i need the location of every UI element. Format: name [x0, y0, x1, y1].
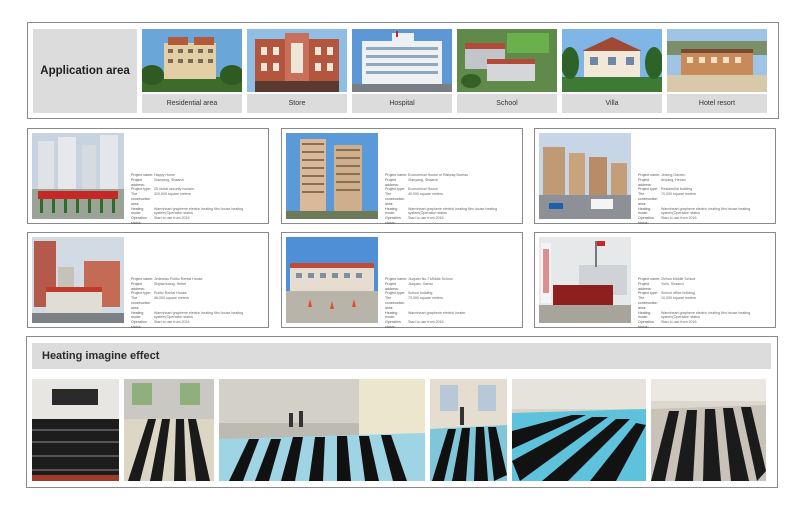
area-school: School — [457, 29, 557, 113]
info-value: 40,000 square meters — [408, 192, 443, 197]
info-value: Warmheart graphene electric heater — [408, 310, 466, 315]
info-value: 320,000 square meters — [154, 192, 191, 197]
heating-film-photo-4 — [430, 379, 507, 481]
info-key: Project address: — [131, 281, 145, 291]
project-info: Project name: Jinfeixiao Public Rental Ho… — [131, 277, 265, 330]
info-key: Operation status: — [385, 320, 401, 329]
info-key: Heating mode: — [638, 310, 651, 320]
info-value: Warmheart graphene electric heating film… — [661, 206, 751, 216]
project-photo — [539, 133, 631, 219]
project-info: Project name: Jinlong Garden Project addr… — [638, 173, 772, 226]
project-info: Project name: Zizhou Middle School Projec… — [638, 277, 772, 330]
info-value: Start to use from 2015 — [154, 216, 190, 221]
info-key: The construction area: — [131, 192, 151, 206]
info-value: Start to use from 2014 — [154, 320, 190, 325]
area-hospital: Hospital — [352, 29, 452, 113]
area-label: Store — [247, 94, 347, 113]
project-card-happy-home: Project name: Happy Home Project address:… — [27, 128, 269, 226]
project-card-jinfeixiao: Project name: Jinfeixiao Public Rental Ho… — [27, 232, 269, 330]
area-label: Residential area — [142, 94, 242, 113]
heating-effect-panel: Heating imagine effect — [26, 336, 778, 488]
info-key: Project address: — [638, 177, 652, 187]
heating-film-photo-1 — [32, 379, 119, 481]
info-value: Shijiazhuang, Hebei — [154, 281, 186, 286]
hospital-photo — [352, 29, 452, 92]
info-value: Start to use from 2016 — [408, 216, 444, 221]
info-value: Yulin, Shaanxi — [661, 281, 684, 286]
info-key: Heating mode: — [385, 310, 398, 320]
info-key: Project address: — [638, 281, 652, 291]
school-photo — [457, 29, 557, 92]
heating-film-photo-2 — [124, 379, 214, 481]
project-card-zizhou-school: Project name: Zizhou Middle School Projec… — [534, 232, 776, 330]
area-label: Villa — [562, 94, 662, 113]
info-value: Warmheart graphene electric heating film… — [661, 310, 751, 320]
area-label: School — [457, 94, 557, 113]
area-label: Hospital — [352, 94, 452, 113]
info-key: Project address: — [385, 177, 399, 187]
area-residential: Residential area — [142, 29, 242, 113]
info-key: The construction area: — [131, 296, 151, 310]
project-photo — [286, 237, 378, 323]
project-photo — [539, 237, 631, 323]
info-key: Operation status: — [638, 320, 654, 329]
info-value: Jiuquan, Gansu — [408, 281, 434, 286]
info-key: Operation status: — [385, 216, 401, 225]
info-value: 10,000 square meters — [661, 296, 696, 301]
application-area-title: Application area — [33, 29, 137, 113]
project-info: Project name: Happy Home Project address:… — [131, 173, 265, 226]
area-villa: Villa — [562, 29, 662, 113]
info-value: 46,000 square meters — [154, 296, 189, 301]
area-store: Store — [247, 29, 347, 113]
project-info: Project name: Economical House of Railway… — [385, 173, 519, 226]
area-label: Hotel resort — [667, 94, 767, 113]
project-photo — [32, 133, 124, 219]
info-value: Xianyang, Shaanxi — [154, 177, 184, 182]
info-key: Heating mode: — [385, 206, 398, 216]
info-value: 70,000 square meters — [661, 192, 696, 197]
project-photo — [32, 237, 124, 323]
info-key: Heating mode: — [131, 206, 144, 216]
area-hotel-resort: Hotel resort — [667, 29, 767, 113]
project-card-railway-bureau: Project name: Economical House of Railway… — [281, 128, 523, 226]
info-key: The construction area: — [385, 296, 405, 310]
info-key: The construction area: — [385, 192, 405, 206]
info-key: Operation status: — [131, 216, 147, 225]
info-key: Project address: — [385, 281, 399, 291]
info-value: Anyang, Henan — [661, 177, 686, 182]
residential-photo — [142, 29, 242, 92]
store-photo — [247, 29, 347, 92]
info-key: The construction area: — [638, 296, 658, 310]
heating-film-photo-5 — [512, 379, 646, 481]
project-card-jinlong-garden: Project name: Jinlong Garden Project addr… — [534, 128, 776, 226]
villa-photo — [562, 29, 662, 92]
info-value: Start to use from 2016 — [408, 320, 444, 325]
info-value: 70,000 square meters — [408, 296, 443, 301]
heating-effect-title: Heating imagine effect — [32, 343, 771, 369]
heating-film-photo-3 — [219, 379, 425, 481]
info-value: Warmheart graphene electric heating film… — [408, 206, 498, 216]
application-area-panel: Application area Residential area Store … — [27, 22, 779, 119]
project-card-jiuquan-school: Project name: Jiuquan No.7 Middle School … — [281, 232, 523, 330]
info-value: Xianyang, Shaanxi — [408, 177, 438, 182]
info-value: Warmheart graphene electric heating film… — [154, 310, 244, 320]
info-value: Warmheart graphene electric heating film… — [154, 206, 244, 216]
info-key: Heating mode: — [131, 310, 144, 320]
hotel-resort-photo — [667, 29, 767, 92]
project-info: Project name: Jiuquan No.7 Middle School … — [385, 277, 519, 330]
info-key: The construction area: — [638, 192, 658, 206]
info-key: Operation status: — [131, 320, 147, 329]
info-key: Operation status: — [638, 216, 654, 225]
project-photo — [286, 133, 378, 219]
info-value: Start to use from 2016 — [661, 216, 697, 221]
heating-film-photo-6 — [651, 379, 766, 481]
info-key: Heating mode: — [638, 206, 651, 216]
info-key: Project address: — [131, 177, 145, 187]
info-value: Start to use from 2016 — [661, 320, 697, 325]
